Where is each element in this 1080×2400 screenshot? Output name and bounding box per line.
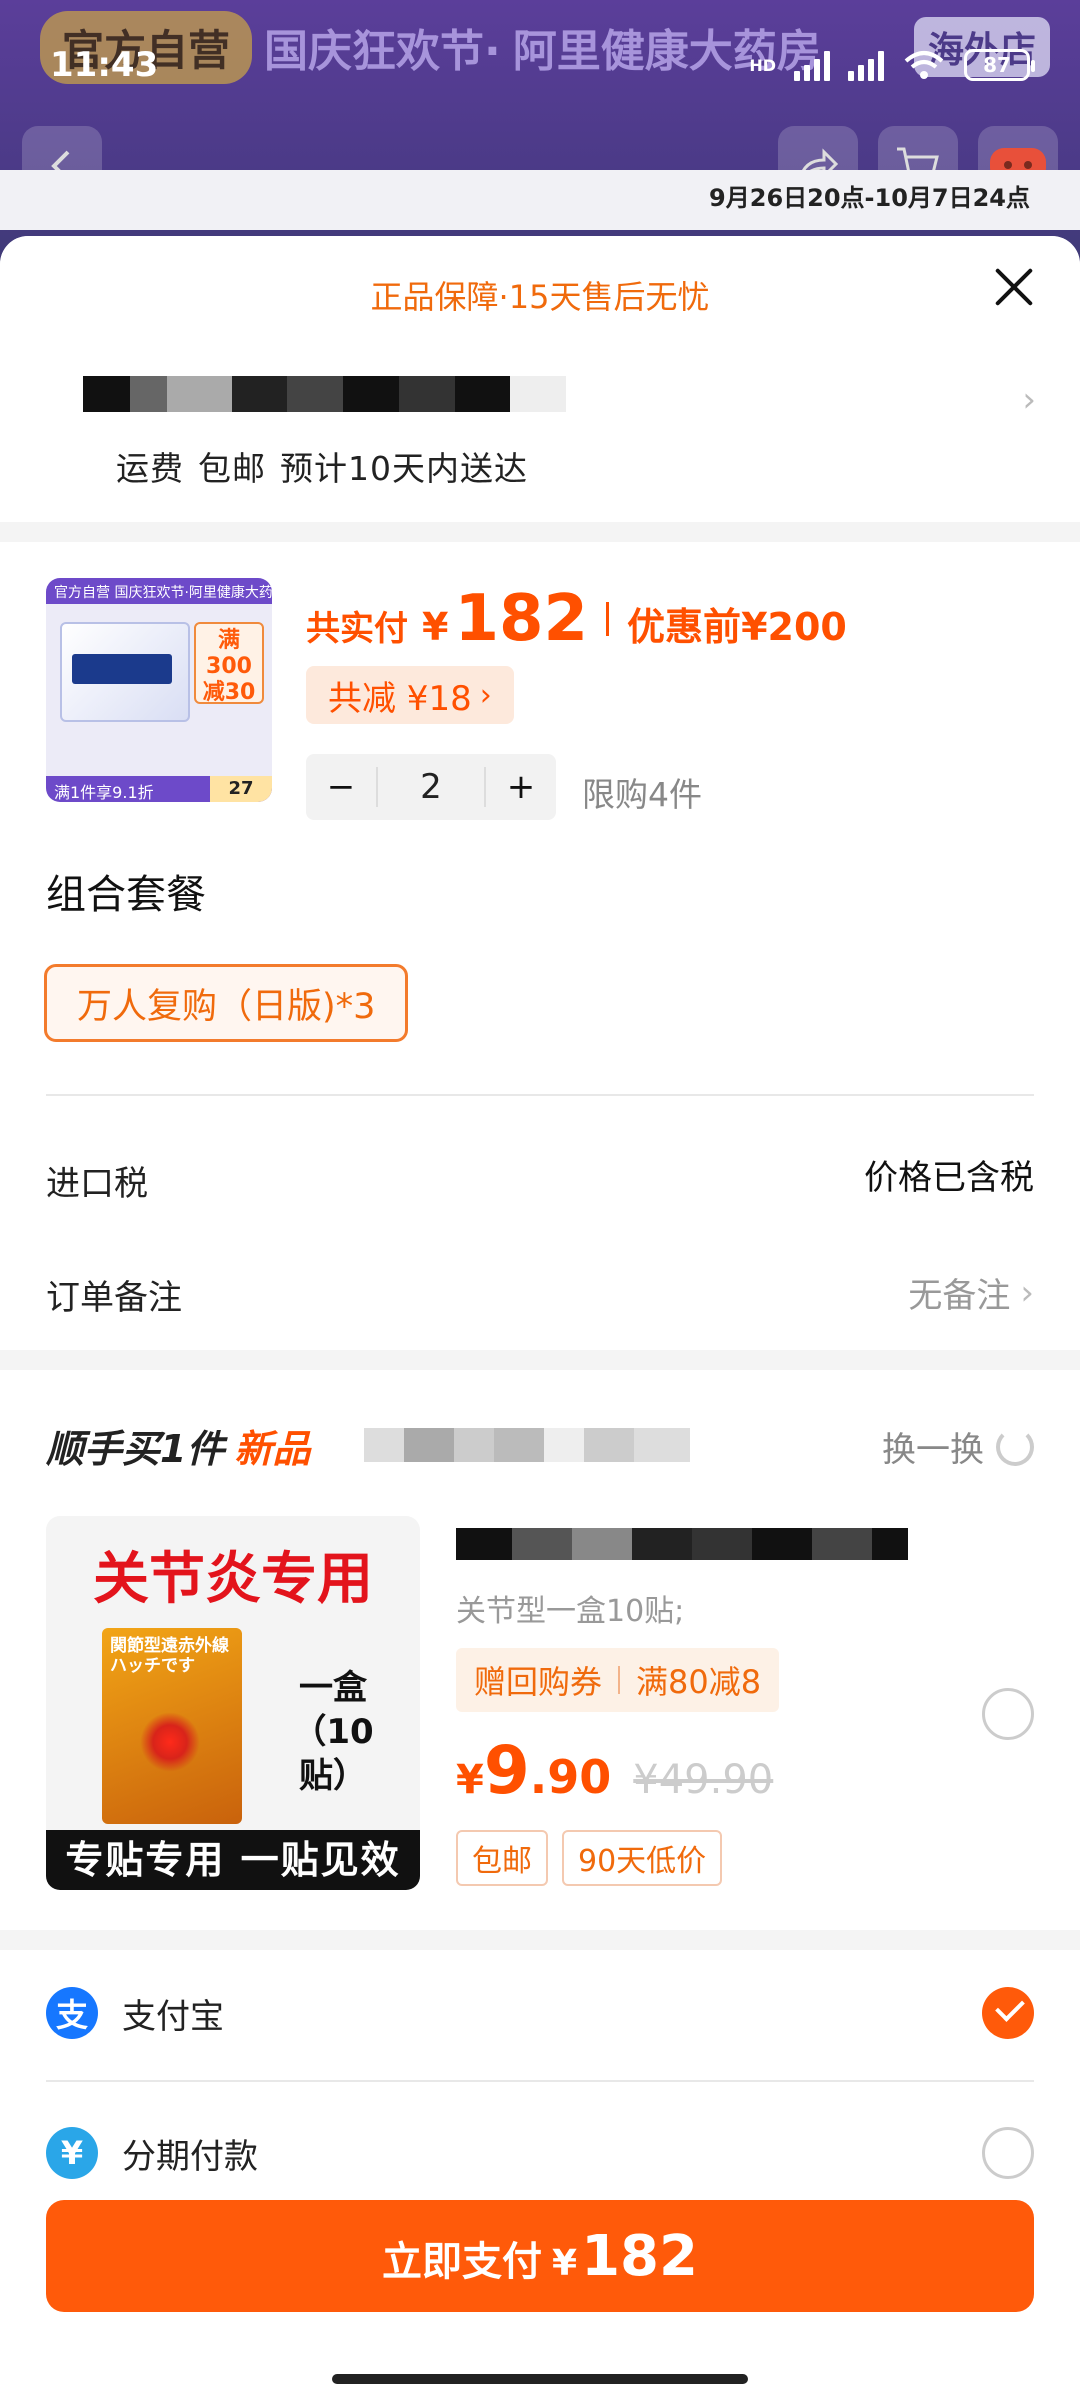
addon-select-radio[interactable] xyxy=(982,1688,1034,1740)
pay-label: 共实付 xyxy=(306,609,408,649)
coupon-left: 赠回购券 xyxy=(474,1663,603,1701)
alipay-radio[interactable] xyxy=(982,1987,1034,2039)
ad-box-label: 関節型遠赤外線 ハッチです xyxy=(110,1636,229,1676)
product-box-image xyxy=(60,622,190,722)
before-label: 优惠前 xyxy=(627,605,742,649)
pay-amount: 182 xyxy=(454,582,589,656)
total-pay: 共实付 ¥ 182 优惠前 ¥200 xyxy=(306,582,847,656)
quantity-stepper[interactable]: − 2 + xyxy=(306,754,556,820)
alipay-icon: 支 xyxy=(46,1987,98,2039)
shipping-fee: 包邮 xyxy=(198,449,266,488)
note-label: 订单备注 xyxy=(46,1278,182,1318)
shipping-fee-label: 运费 xyxy=(116,449,184,488)
pay-now-button[interactable]: 立即支付 ¥ 182 xyxy=(46,2200,1034,2312)
thumb-price: 27 xyxy=(210,776,272,802)
order-note-row[interactable]: 无备注 › xyxy=(908,1268,1034,1317)
addon-new-label: 新品 xyxy=(234,1427,311,1471)
combo-option[interactable]: 万人复购（日版)*3 xyxy=(44,964,409,1042)
chevron-right-icon: › xyxy=(1020,1272,1034,1313)
tax-value: 价格已含税 xyxy=(864,1158,1034,1198)
guarantee-title: 正品保障·15天售后无忧 xyxy=(370,278,710,316)
addon-subtitle-redacted xyxy=(364,1428,690,1462)
decrease-button[interactable]: − xyxy=(306,767,376,807)
addon-tag: 包邮 xyxy=(456,1830,548,1886)
shipping-info: 运费 包邮 预计10天内送达 xyxy=(116,442,528,490)
discount-text: 共减 ¥18 xyxy=(328,678,472,719)
promo-time: 9月26日20点-10月7日24点 xyxy=(709,184,1030,212)
installment-radio[interactable] xyxy=(982,2127,1034,2179)
purchase-limit: 限购4件 xyxy=(582,775,702,814)
ad-headline: 关节炎专用 xyxy=(93,1547,373,1612)
plaster-box-image: 関節型遠赤外線 ハッチです xyxy=(102,1628,242,1824)
addon-coupon: 赠回购券 满80减8 xyxy=(456,1648,780,1712)
installment-icon: ¥ xyxy=(46,2127,98,2179)
pay-now-label: 立即支付 xyxy=(382,2239,543,2285)
addon-name-redacted[interactable] xyxy=(456,1528,908,1560)
payment-name: 分期付款 xyxy=(122,2136,258,2177)
wifi-icon xyxy=(904,51,944,79)
bottom-bar: 立即支付 ¥ 182 xyxy=(0,2180,1080,2400)
network-type: HD xyxy=(749,55,776,75)
pay-now-amount: 182 xyxy=(581,2224,698,2289)
payment-method-alipay[interactable]: 支 支付宝 xyxy=(46,1958,1034,2068)
addon-title: 顺手买1件 新品 xyxy=(46,1418,310,1473)
product-section: 官方自营 国庆狂欢节·阿里健康大药房 满300减30 满1件享9.1折 27 共… xyxy=(0,542,1080,1350)
payment-name: 支付宝 xyxy=(122,1996,224,2037)
close-button[interactable] xyxy=(988,262,1038,312)
swap-label: 换一换 xyxy=(882,1430,984,1470)
chevron-right-icon[interactable]: › xyxy=(1022,380,1036,420)
note-value: 无备注 xyxy=(908,1276,1011,1316)
discount-chip[interactable]: 共减 ¥18 › xyxy=(306,666,514,724)
home-indicator[interactable] xyxy=(332,2374,748,2384)
pay-now-currency: ¥ xyxy=(552,2243,578,2284)
addon-section: 顺手买1件 新品 换一换 关节炎专用 関節型遠赤外線 ハッチです 一盒（10贴）… xyxy=(0,1370,1080,1930)
addon-price: ¥ 9 .90 ¥49.90 xyxy=(456,1732,773,1809)
product-thumbnail[interactable]: 官方自营 国庆狂欢节·阿里健康大药房 满300减30 满1件享9.1折 27 xyxy=(46,578,272,802)
thumb-header: 官方自营 国庆狂欢节·阿里健康大药房 xyxy=(46,578,272,604)
addon-product-image[interactable]: 关节炎专用 関節型遠赤外線 ハッチです 一盒（10贴） 专贴专用 一贴见效 xyxy=(46,1516,420,1890)
divider xyxy=(46,1094,1034,1096)
before-amount: ¥200 xyxy=(741,605,847,649)
status-bar: 11:43 HD 87 xyxy=(0,30,1080,100)
coupon-right: 满80减8 xyxy=(636,1663,762,1701)
pay-currency: ¥ xyxy=(422,605,449,649)
addon-title-text: 顺手买1件 xyxy=(46,1427,225,1471)
delivery-estimate: 预计10天内送达 xyxy=(280,449,528,488)
clock: 11:43 xyxy=(50,45,159,85)
swap-button[interactable]: 换一换 xyxy=(882,1422,1034,1471)
battery-icon: 87 xyxy=(964,49,1035,81)
quantity-value[interactable]: 2 xyxy=(376,767,486,807)
addon-price-currency: ¥ xyxy=(456,1757,484,1803)
chevron-right-icon: › xyxy=(479,677,492,713)
checkout-sheet: 正品保障·15天售后无忧 › 运费 包邮 预计10天内送达 官方自营 国庆狂欢节·阿… xyxy=(0,236,1080,2400)
addon-original-price: ¥49.90 xyxy=(633,1757,774,1803)
increase-button[interactable]: + xyxy=(486,767,556,807)
addon-price-int: 9 xyxy=(483,1732,530,1809)
ad-quantity: 一盒（10贴） xyxy=(292,1668,374,1796)
refresh-icon xyxy=(996,1427,1034,1466)
addon-tags: 包邮 90天低价 xyxy=(456,1830,723,1886)
divider xyxy=(46,2080,1034,2082)
ad-footer: 专贴专用 一贴见效 xyxy=(46,1830,420,1890)
battery-level: 87 xyxy=(983,53,1011,77)
combo-title: 组合套餐 xyxy=(46,872,206,918)
guarantee-section: 正品保障·15天售后无忧 › 运费 包邮 预计10天内送达 xyxy=(0,236,1080,522)
signal-icon xyxy=(794,49,830,81)
address-redacted[interactable] xyxy=(46,376,567,412)
signal-2-icon xyxy=(848,49,884,81)
thumb-deal: 满300减30 xyxy=(194,622,264,705)
addon-tag: 90天低价 xyxy=(562,1830,723,1886)
addon-price-dec: .90 xyxy=(529,1750,612,1804)
pay-separator xyxy=(606,602,610,636)
coupon-separator xyxy=(618,1666,621,1694)
tax-label: 进口税 xyxy=(46,1164,148,1204)
addon-spec: 关节型一盒10贴; xyxy=(456,1594,685,1629)
